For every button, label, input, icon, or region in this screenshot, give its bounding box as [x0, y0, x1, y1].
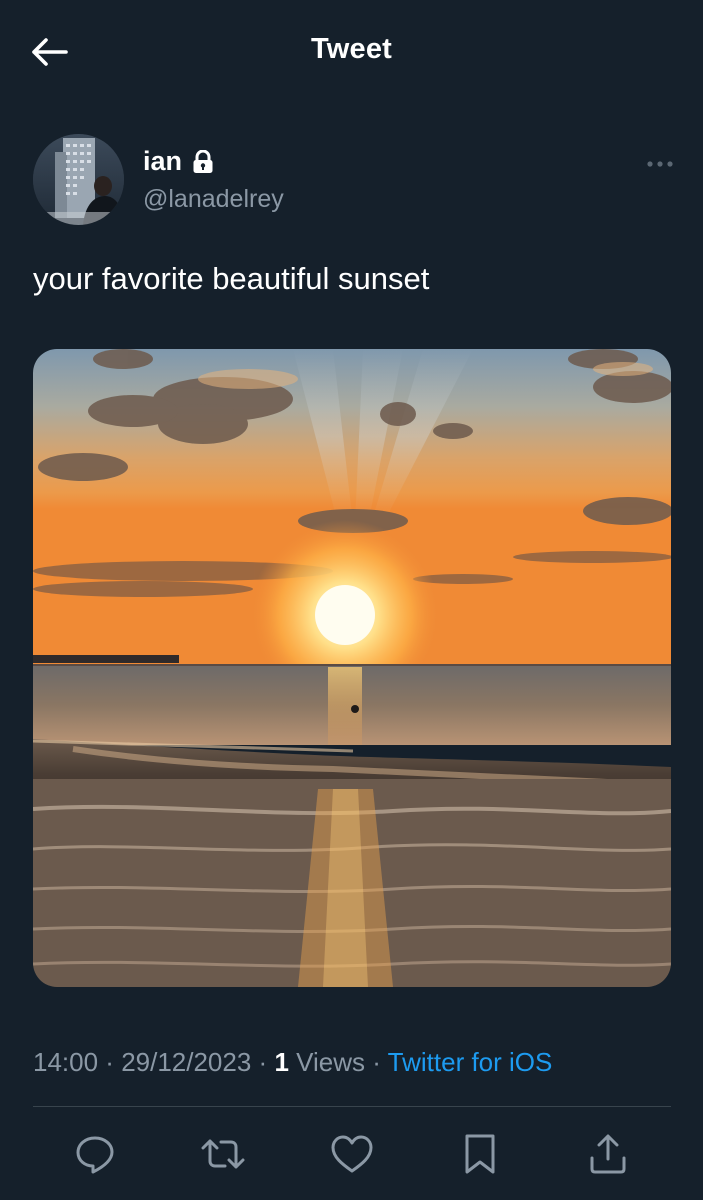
display-name: ian — [143, 146, 183, 176]
display-name-row[interactable]: ian — [143, 146, 214, 177]
tweet-action-bar — [33, 1130, 671, 1180]
retweet-button[interactable] — [199, 1130, 247, 1178]
reply-icon — [76, 1136, 114, 1174]
like-button[interactable] — [328, 1130, 376, 1178]
divider — [33, 1106, 671, 1107]
top-bar: Tweet — [0, 0, 703, 104]
views-count: 1 — [274, 1047, 289, 1077]
meta-separator: · — [98, 1047, 122, 1077]
tweet-date: 29/12/2023 — [121, 1047, 252, 1077]
lock-icon — [193, 149, 213, 173]
tweet-meta: 14:00 · 29/12/2023 · 1 Views · Twitter f… — [33, 1047, 552, 1078]
sunset-photo — [33, 349, 671, 987]
avatar-image — [33, 134, 124, 225]
page-title: Tweet — [310, 33, 393, 65]
tweet-author: ian @lanadelrey — [33, 134, 678, 230]
like-icon — [331, 1135, 373, 1173]
views-label: Views — [288, 1047, 366, 1077]
meta-separator: · — [365, 1047, 388, 1077]
more-horizontal-icon — [647, 161, 673, 167]
share-icon — [590, 1134, 626, 1174]
bookmark-button[interactable] — [456, 1130, 504, 1178]
meta-separator: · — [251, 1047, 275, 1077]
tweet-text: your favorite beautiful sunset — [33, 261, 430, 296]
user-handle[interactable]: @lanadelrey — [143, 185, 284, 214]
bookmark-icon — [465, 1134, 495, 1174]
share-button[interactable] — [584, 1130, 632, 1178]
retweet-icon — [201, 1139, 245, 1169]
reply-button[interactable] — [71, 1130, 119, 1178]
more-options-button[interactable] — [642, 154, 678, 174]
avatar[interactable] — [33, 134, 124, 225]
tweet-source-link[interactable]: Twitter for iOS — [388, 1047, 553, 1077]
tweet-time: 14:00 — [33, 1047, 99, 1077]
tweet-media-image[interactable] — [33, 349, 671, 987]
